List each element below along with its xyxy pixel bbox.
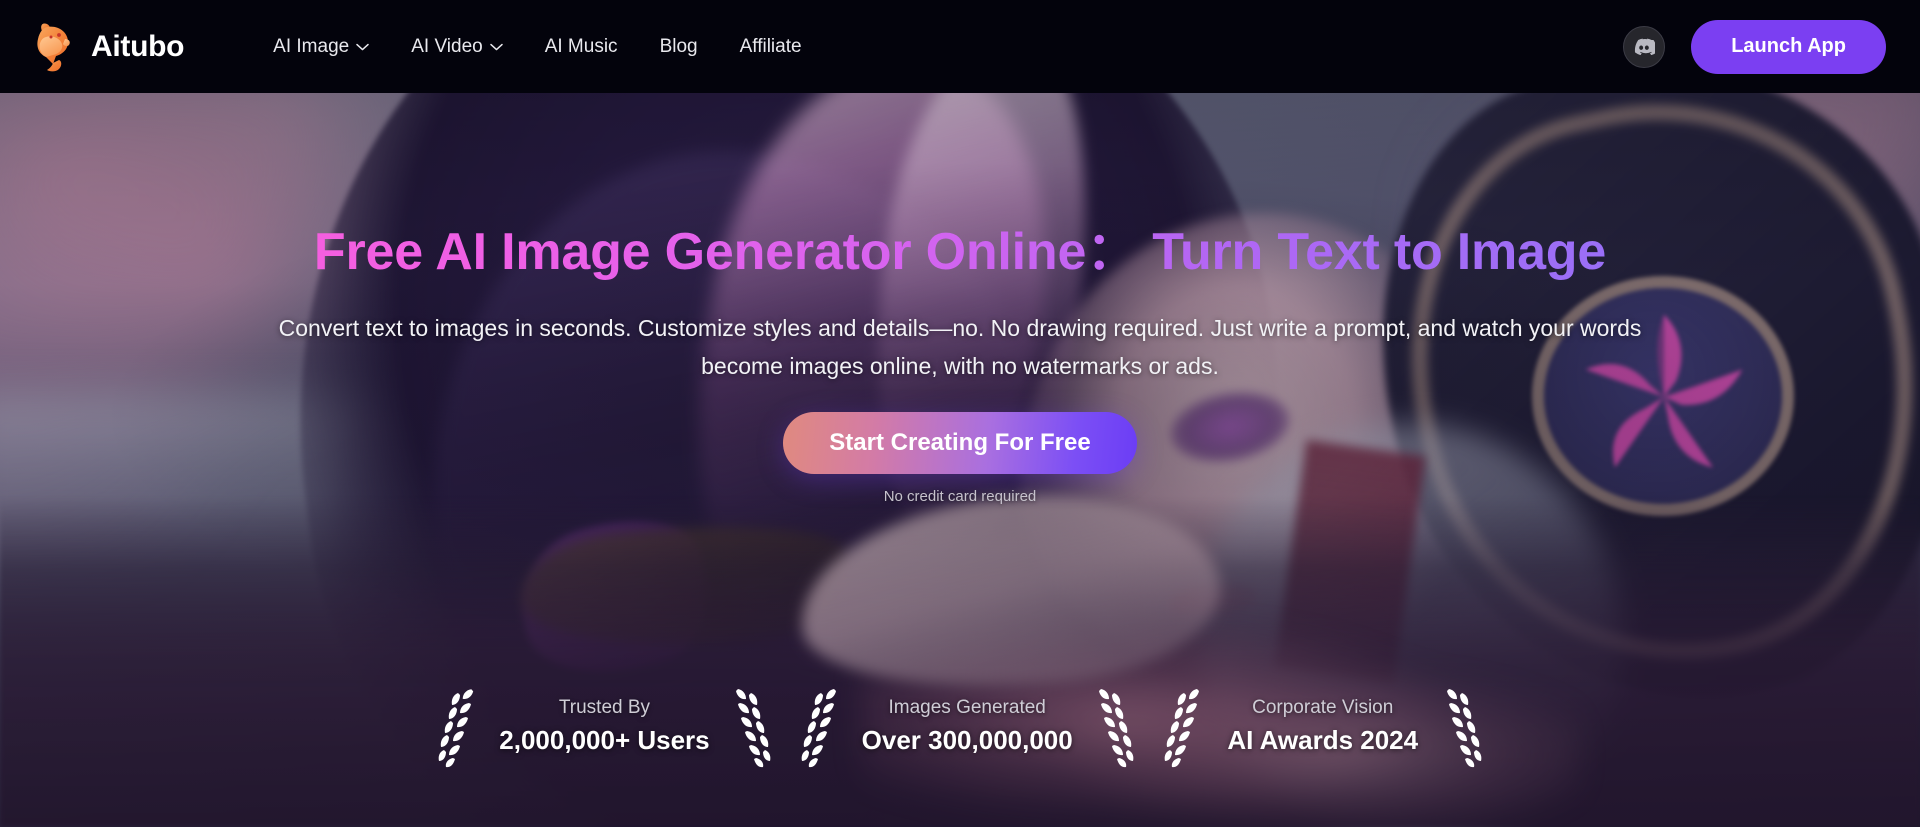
nav-item-label: AI Video <box>411 35 483 57</box>
stat-images-generated: Images Generated Over 300,000,000 <box>786 683 1149 769</box>
stat-value: Over 300,000,000 <box>861 725 1073 756</box>
site-header: Aitubo AI Image AI Video AI Music Blog A… <box>0 0 1920 93</box>
main-nav: AI Image AI Video AI Music Blog Affiliat… <box>252 28 822 66</box>
nav-item-ai-video[interactable]: AI Video <box>390 28 523 66</box>
hero-headline: Free AI Image Generator Online： Turn Tex… <box>313 223 1607 281</box>
nav-item-label: AI Image <box>273 35 350 57</box>
nav-item-label: Affiliate <box>739 35 802 57</box>
laurel-wreath-icon <box>801 689 836 768</box>
laurel-wreath-icon <box>1446 689 1482 768</box>
stat-label: Images Generated <box>888 696 1046 718</box>
nav-item-ai-image[interactable]: AI Image <box>252 28 390 66</box>
chevron-down-icon <box>356 43 369 50</box>
chevron-down-icon <box>489 43 503 50</box>
stat-value: AI Awards 2024 <box>1227 725 1419 756</box>
hero-section: Free AI Image Generator Online： Turn Tex… <box>0 93 1920 827</box>
capybara-logo-icon <box>37 22 70 71</box>
start-creating-button[interactable]: Start Creating For Free <box>783 411 1137 474</box>
header-actions: Launch App <box>1623 19 1886 74</box>
stat-text: Images Generated Over 300,000,000 <box>862 694 1073 759</box>
nav-item-blog[interactable]: Blog <box>639 28 719 66</box>
cta-note: No credit card required <box>883 487 1037 505</box>
stat-label: Trusted By <box>558 696 651 718</box>
launch-app-button[interactable]: Launch App <box>1691 19 1886 74</box>
stat-value: 2,000,000+ Users <box>499 725 710 756</box>
laurel-wreath-icon <box>438 689 474 768</box>
hero-cta-group: Start Creating For Free No credit card r… <box>783 411 1137 505</box>
nav-item-label: AI Music <box>544 35 618 57</box>
discord-link-button[interactable] <box>1623 25 1666 68</box>
laurel-wreath-icon <box>735 689 770 768</box>
discord-icon <box>1635 38 1656 55</box>
stat-label: Corporate Vision <box>1252 696 1394 718</box>
nav-item-ai-music[interactable]: AI Music <box>524 28 639 66</box>
stat-trusted-by: Trusted By 2,000,000+ Users <box>423 683 785 769</box>
nav-item-affiliate[interactable]: Affiliate <box>719 28 823 66</box>
stat-text: Corporate Vision AI Awards 2024 <box>1225 694 1421 759</box>
hero-subheadline: Convert text to images in seconds. Custo… <box>278 315 1642 380</box>
laurel-wreath-icon <box>1164 689 1199 768</box>
stat-text: Trusted By 2,000,000+ Users <box>499 694 709 759</box>
laurel-wreath-icon <box>1098 689 1134 768</box>
brand-logo-link[interactable]: Aitubo <box>34 21 184 73</box>
stat-corporate-vision: Corporate Vision AI Awards 2024 <box>1149 683 1497 769</box>
brand-name: Aitubo <box>91 29 185 63</box>
nav-item-label: Blog <box>659 35 698 57</box>
hero-stats: Trusted By 2,000,000+ Users Images Gener… <box>0 683 1920 769</box>
